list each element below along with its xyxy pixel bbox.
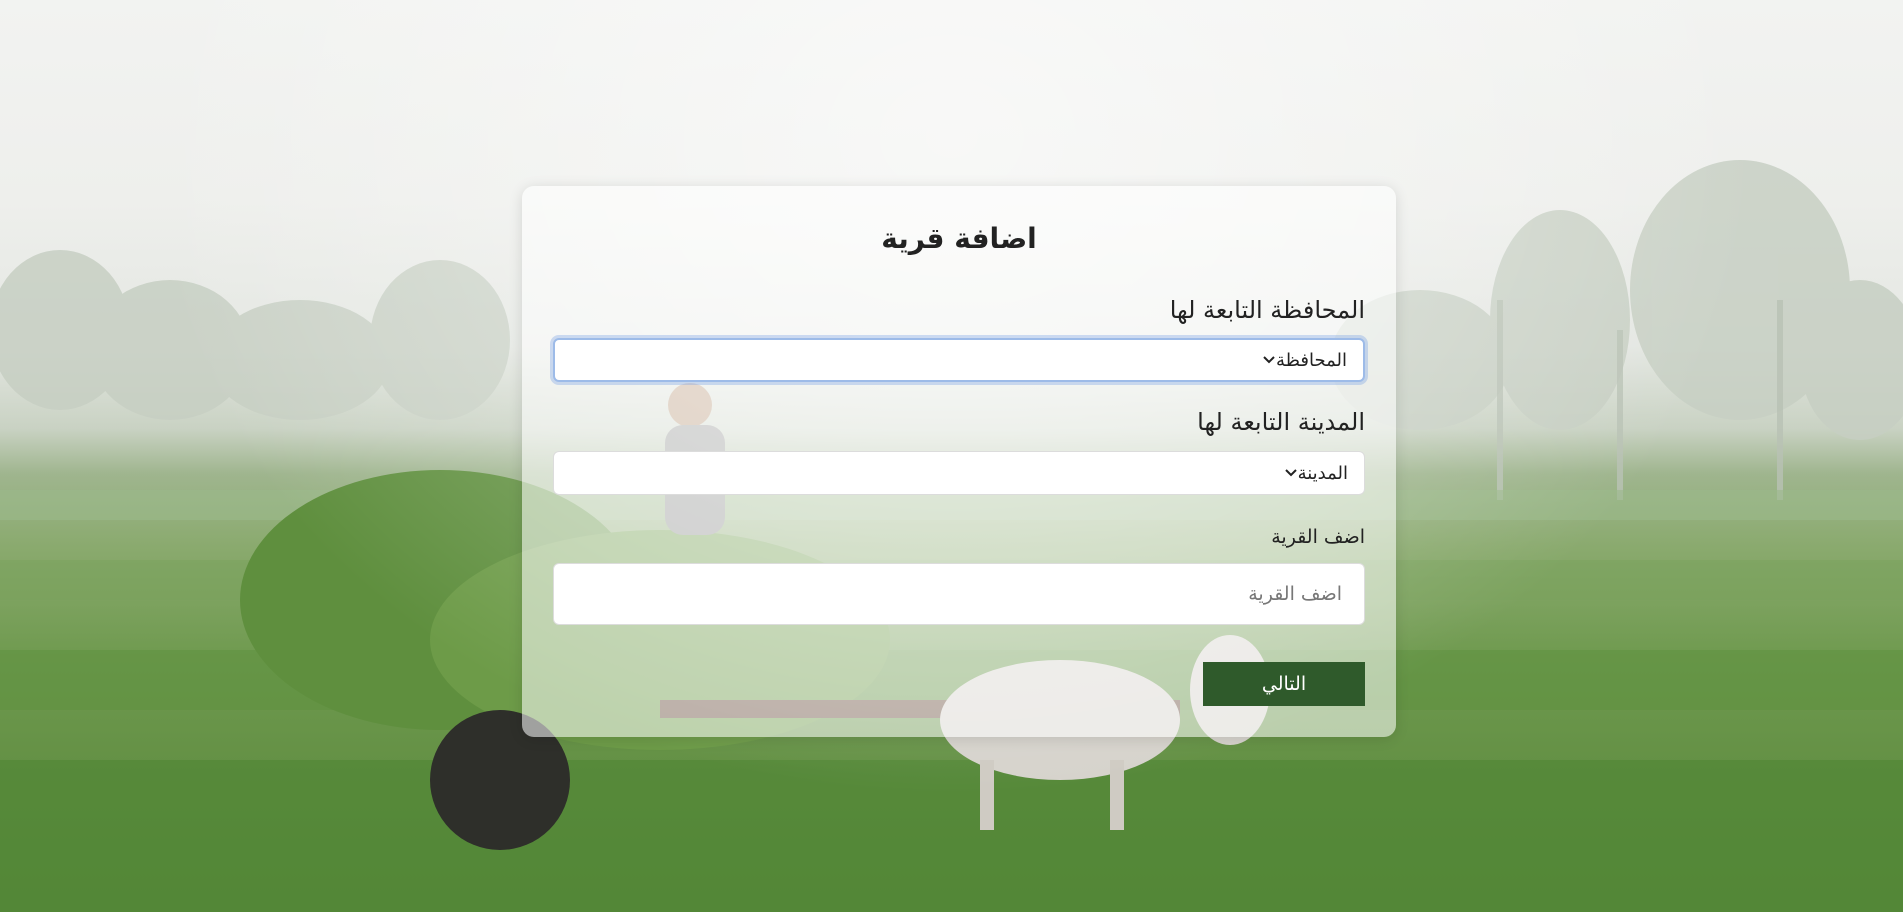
add-village-card: اضافة قرية المحافظة التابعة لها المحافظة… [522, 186, 1396, 737]
page-title: اضافة قرية [881, 222, 1037, 255]
governorate-select[interactable]: المحافظة [553, 338, 1365, 382]
city-label: المدينة التابعة لها [1197, 408, 1365, 436]
governorate-label: المحافظة التابعة لها [1169, 296, 1365, 324]
city-select[interactable]: المدينة [553, 451, 1365, 495]
next-button[interactable]: التالي [1203, 662, 1365, 706]
village-label: اضف القرية [1271, 526, 1365, 548]
city-select-value: المدينة [1297, 462, 1348, 484]
chevron-down-icon [1263, 356, 1275, 364]
village-input[interactable] [553, 563, 1365, 625]
chevron-down-icon [1284, 469, 1297, 477]
governorate-select-value: المحافظة [1275, 349, 1347, 371]
